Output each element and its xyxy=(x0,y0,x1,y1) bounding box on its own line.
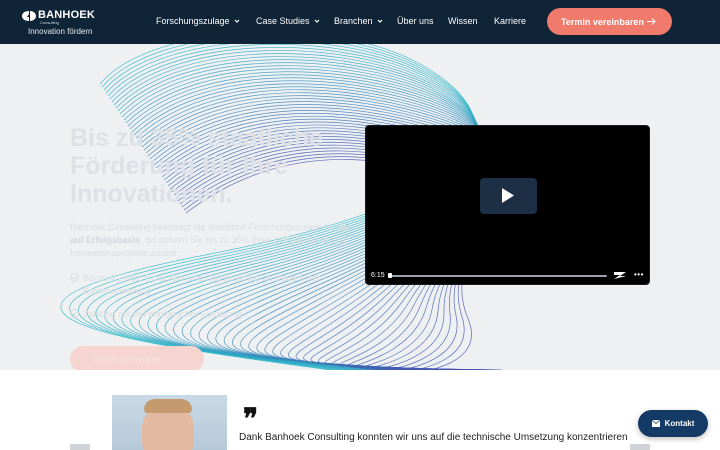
video-progress-handle[interactable] xyxy=(388,273,392,278)
cta-label: Termin vereinbaren xyxy=(561,16,644,27)
check-circle-icon xyxy=(70,273,79,282)
chevron-down-icon xyxy=(234,19,239,23)
nav-item-branchen[interactable]: Branchen xyxy=(334,16,383,26)
nav-item-label: Forschungszulage xyxy=(156,16,230,26)
nav-item-label: Karriere xyxy=(494,16,527,26)
kontakt-label: Kontakt xyxy=(664,419,695,428)
video-progress-bar[interactable] xyxy=(389,275,607,277)
testimonial-section: ❞ Dank Banhoek Consulting konnten wir un… xyxy=(0,370,720,450)
vimeo-logo-icon[interactable] xyxy=(614,271,626,280)
mail-icon xyxy=(651,420,660,427)
hero-termin-button[interactable]: Termin vereinbaren xyxy=(70,346,204,370)
testimonial-photo xyxy=(112,395,227,450)
nav-item-karriere[interactable]: Karriere xyxy=(494,16,526,26)
hero-cta-label: Termin vereinbaren xyxy=(92,354,161,364)
nav-item-ueber-uns[interactable]: Über uns xyxy=(397,16,434,26)
nav-item-label: Wissen xyxy=(448,16,478,26)
nav-item-label: Über uns xyxy=(397,16,434,26)
video-time: 6:15 xyxy=(371,272,385,279)
arrow-right-icon xyxy=(647,18,656,25)
check-circle-icon xyxy=(70,309,79,318)
benefit-text: Zahlung nur bei erfolgreicher Förderung xyxy=(83,309,243,319)
more-options-icon[interactable]: ••• xyxy=(634,271,644,279)
chevron-down-icon xyxy=(314,19,319,23)
play-icon xyxy=(502,188,514,203)
hero-text-bold: auf Erfolgsbasis xyxy=(70,235,141,245)
hero-description: Banhoek Consulting beantragt die staatli… xyxy=(70,221,355,260)
nav-item-case-studies[interactable]: Case Studies xyxy=(256,16,320,26)
termin-vereinbaren-button[interactable]: Termin vereinbaren xyxy=(547,8,672,35)
hero-title: Bis zu 35% staatliche Förderung für Ihre… xyxy=(70,124,323,208)
person-hair xyxy=(144,399,192,413)
quote-icon: ❞ xyxy=(243,402,259,435)
top-navigation: BANHOEK Consulting Innovation fördern Fo… xyxy=(0,0,720,44)
carousel-next-button[interactable] xyxy=(630,444,650,450)
nav-item-label: Case Studies xyxy=(256,16,310,26)
hero-text-part: Banhoek Consulting beantragt die staatli… xyxy=(70,222,351,232)
chevron-down-icon xyxy=(377,19,382,23)
logo-mark-icon xyxy=(22,11,36,21)
nav-item-forschungszulage[interactable]: Forschungszulage xyxy=(156,16,240,26)
play-button[interactable] xyxy=(480,178,537,214)
carousel-prev-button[interactable] xyxy=(70,444,90,450)
nav-item-label: Branchen xyxy=(334,16,373,26)
logo-tagline: Innovation fördern xyxy=(28,27,93,36)
logo-sub: Consulting xyxy=(40,20,59,25)
benefit-text: Bis zu 4,2 Mio. € pro Jahr und Unternehm… xyxy=(83,273,321,296)
nav-item-wissen[interactable]: Wissen xyxy=(448,16,478,26)
video-player[interactable]: 6:15 ••• xyxy=(365,125,650,285)
testimonial-quote: Dank Banhoek Consulting konnten wir uns … xyxy=(239,432,628,443)
kontakt-button[interactable]: Kontakt xyxy=(638,410,708,437)
